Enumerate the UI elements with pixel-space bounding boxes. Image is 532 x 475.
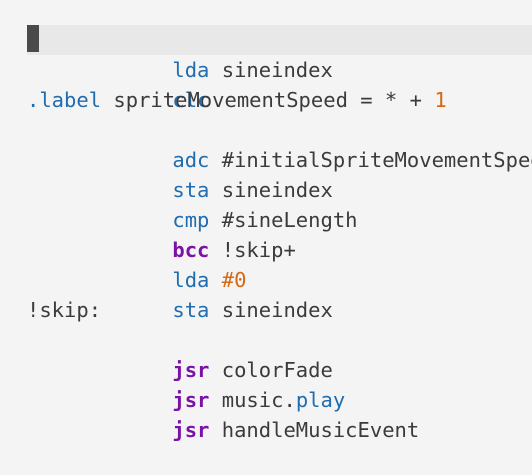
code-line-4[interactable]: adc #initialSpriteMovementSpeed <box>27 115 532 172</box>
code-line-2[interactable]: clc <box>27 55 532 112</box>
directive: .label <box>27 88 102 112</box>
code-line-11[interactable]: jsr colorFade <box>27 325 532 382</box>
code-editor[interactable]: lda sineindex clc .label spriteMovementS… <box>0 0 532 442</box>
code-line-1[interactable]: lda sineindex <box>27 25 532 82</box>
label-name: spriteMovementSpeed <box>113 88 348 112</box>
code-line-13[interactable]: jsr handleMusicEvent <box>27 385 532 442</box>
code-line-3[interactable]: .label spriteMovementSpeed = * + 1 <box>27 85 532 115</box>
code-line-12[interactable]: jsr music.play <box>27 355 532 412</box>
code-line-9[interactable]: sta sineindex <box>27 265 532 322</box>
code-line-6[interactable]: cmp #sineLength <box>27 175 532 232</box>
code-label: !skip: <box>27 298 102 322</box>
code-line-10[interactable]: !skip: <box>27 295 532 325</box>
code-line-5[interactable]: sta sineindex <box>27 145 532 202</box>
operand: handleMusicEvent <box>221 418 420 442</box>
code-line-7[interactable]: bcc !skip+ <box>27 205 532 262</box>
text-cursor <box>27 25 39 52</box>
opcode-jump: jsr <box>172 418 210 442</box>
number-literal: 1 <box>434 88 447 112</box>
code-line-8[interactable]: lda #0 <box>27 235 532 292</box>
label-expression: = * + <box>347 88 435 112</box>
